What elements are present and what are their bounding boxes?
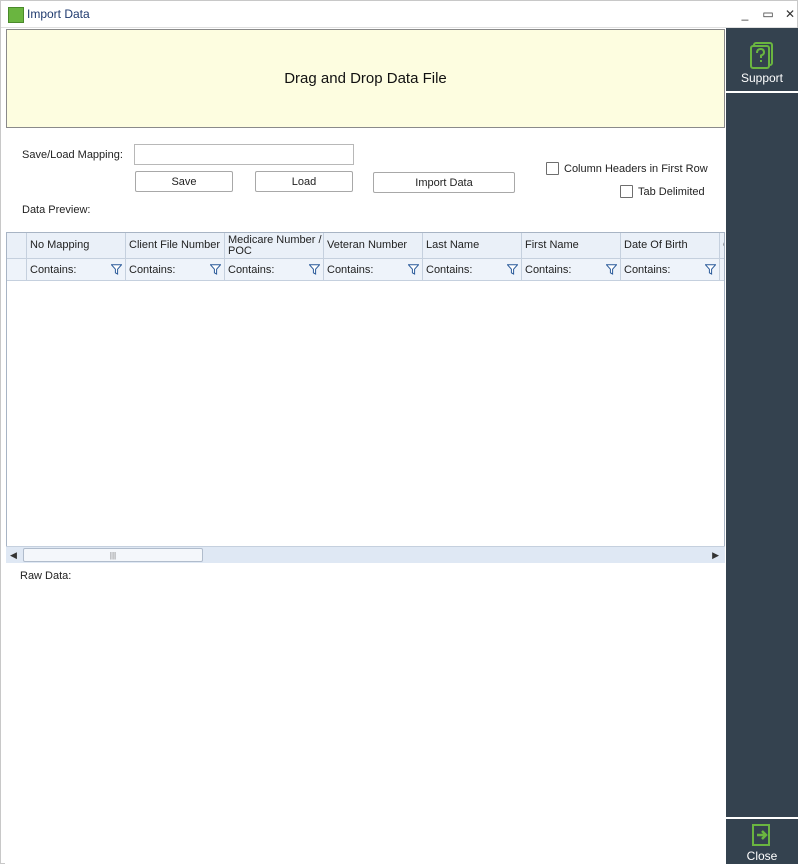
- filter-cell[interactable]: Contains:: [27, 259, 126, 280]
- right-sidebar: Support Close: [726, 28, 798, 864]
- filter-cell[interactable]: Contains:: [522, 259, 621, 280]
- filter-label: Contains:: [129, 263, 176, 276]
- filter-label: Contains:: [624, 263, 671, 276]
- filter-icon[interactable]: [408, 264, 419, 275]
- filter-cell[interactable]: Contains:: [423, 259, 522, 280]
- filter-label: Contains:: [30, 263, 77, 276]
- column-headers-checkbox[interactable]: [546, 162, 559, 175]
- filter-icon[interactable]: [705, 264, 716, 275]
- column-header[interactable]: First Name: [522, 233, 621, 258]
- close-label: Close: [746, 849, 778, 863]
- column-header[interactable]: No Mapping: [27, 233, 126, 258]
- column-header[interactable]: Date Of Birth: [621, 233, 720, 258]
- exit-icon: [752, 824, 770, 846]
- filter-label: Contains:: [327, 263, 374, 276]
- save-load-mapping-label: Save/Load Mapping:: [22, 149, 123, 161]
- filter-icon[interactable]: [309, 264, 320, 275]
- column-headers-option[interactable]: Column Headers in First Row: [546, 162, 708, 175]
- support-question-icon: [750, 42, 773, 69]
- app-icon: [8, 7, 24, 23]
- filter-cell[interactable]: Contains:: [225, 259, 324, 280]
- filter-label: Contains:: [426, 263, 473, 276]
- filter-icon[interactable]: [210, 264, 221, 275]
- column-header[interactable]: Medicare Number / POC: [225, 233, 324, 258]
- import-data-button[interactable]: Import Data: [373, 172, 515, 193]
- close-window-button[interactable]: ✕: [781, 6, 798, 22]
- support-label: Support: [740, 71, 784, 85]
- filter-icon[interactable]: [606, 264, 617, 275]
- column-header[interactable]: Client File Number: [126, 233, 225, 258]
- filter-cell[interactable]: Contains:: [324, 259, 423, 280]
- filter-cell[interactable]: Contains:: [621, 259, 720, 280]
- save-button[interactable]: Save: [135, 171, 233, 192]
- load-button[interactable]: Load: [255, 171, 353, 192]
- column-headers-label: Column Headers in First Row: [564, 162, 708, 175]
- drop-zone-label: Drag and Drop Data File: [284, 70, 447, 87]
- maximize-button[interactable]: ▭: [759, 6, 777, 22]
- support-button[interactable]: Support: [726, 41, 798, 93]
- tab-delimited-label: Tab Delimited: [638, 185, 705, 198]
- scroll-left-arrow-icon[interactable]: ◀: [10, 550, 17, 561]
- scrollbar-grip-icon: |||: [109, 550, 117, 560]
- column-header[interactable]: C: [720, 233, 724, 258]
- scroll-right-arrow-icon[interactable]: ▶: [712, 550, 719, 561]
- preview-horizontal-scrollbar[interactable]: ◀ ||| ▶: [6, 546, 725, 563]
- filter-label: Contains:: [525, 263, 572, 276]
- filter-icon[interactable]: [111, 264, 122, 275]
- filter-label: Contains:: [228, 263, 275, 276]
- column-header[interactable]: Last Name: [423, 233, 522, 258]
- tab-delimited-checkbox[interactable]: [620, 185, 633, 198]
- drop-zone[interactable]: Drag and Drop Data File: [6, 29, 725, 128]
- column-header[interactable]: Veteran Number: [324, 233, 423, 258]
- data-preview-grid: No Mapping Client File Number Medicare N…: [6, 232, 725, 563]
- raw-data-label: Raw Data:: [20, 570, 72, 582]
- title-bar: Import Data _ ▭ ✕: [1, 1, 797, 28]
- close-button[interactable]: Close: [726, 817, 798, 864]
- tab-delimited-option[interactable]: Tab Delimited: [620, 185, 705, 198]
- filter-cell-partial[interactable]: [720, 259, 724, 280]
- row-selector-header: [7, 233, 27, 258]
- window-title: Import Data: [27, 7, 90, 21]
- import-data-window: Import Data _ ▭ ✕ Drag and Drop Data Fil…: [0, 0, 798, 864]
- mapping-input[interactable]: [134, 144, 354, 165]
- filter-icon[interactable]: [507, 264, 518, 275]
- grid-header-row: No Mapping Client File Number Medicare N…: [7, 233, 724, 259]
- scrollbar-thumb[interactable]: |||: [23, 548, 203, 562]
- grid-filter-row: Contains: Contains: Contains: Contains: …: [7, 259, 724, 281]
- row-selector-filter: [7, 259, 27, 280]
- main-panel: Drag and Drop Data File Save/Load Mappin…: [5, 28, 726, 864]
- minimize-button[interactable]: _: [736, 6, 754, 22]
- filter-cell[interactable]: Contains:: [126, 259, 225, 280]
- data-preview-label: Data Preview:: [22, 204, 91, 216]
